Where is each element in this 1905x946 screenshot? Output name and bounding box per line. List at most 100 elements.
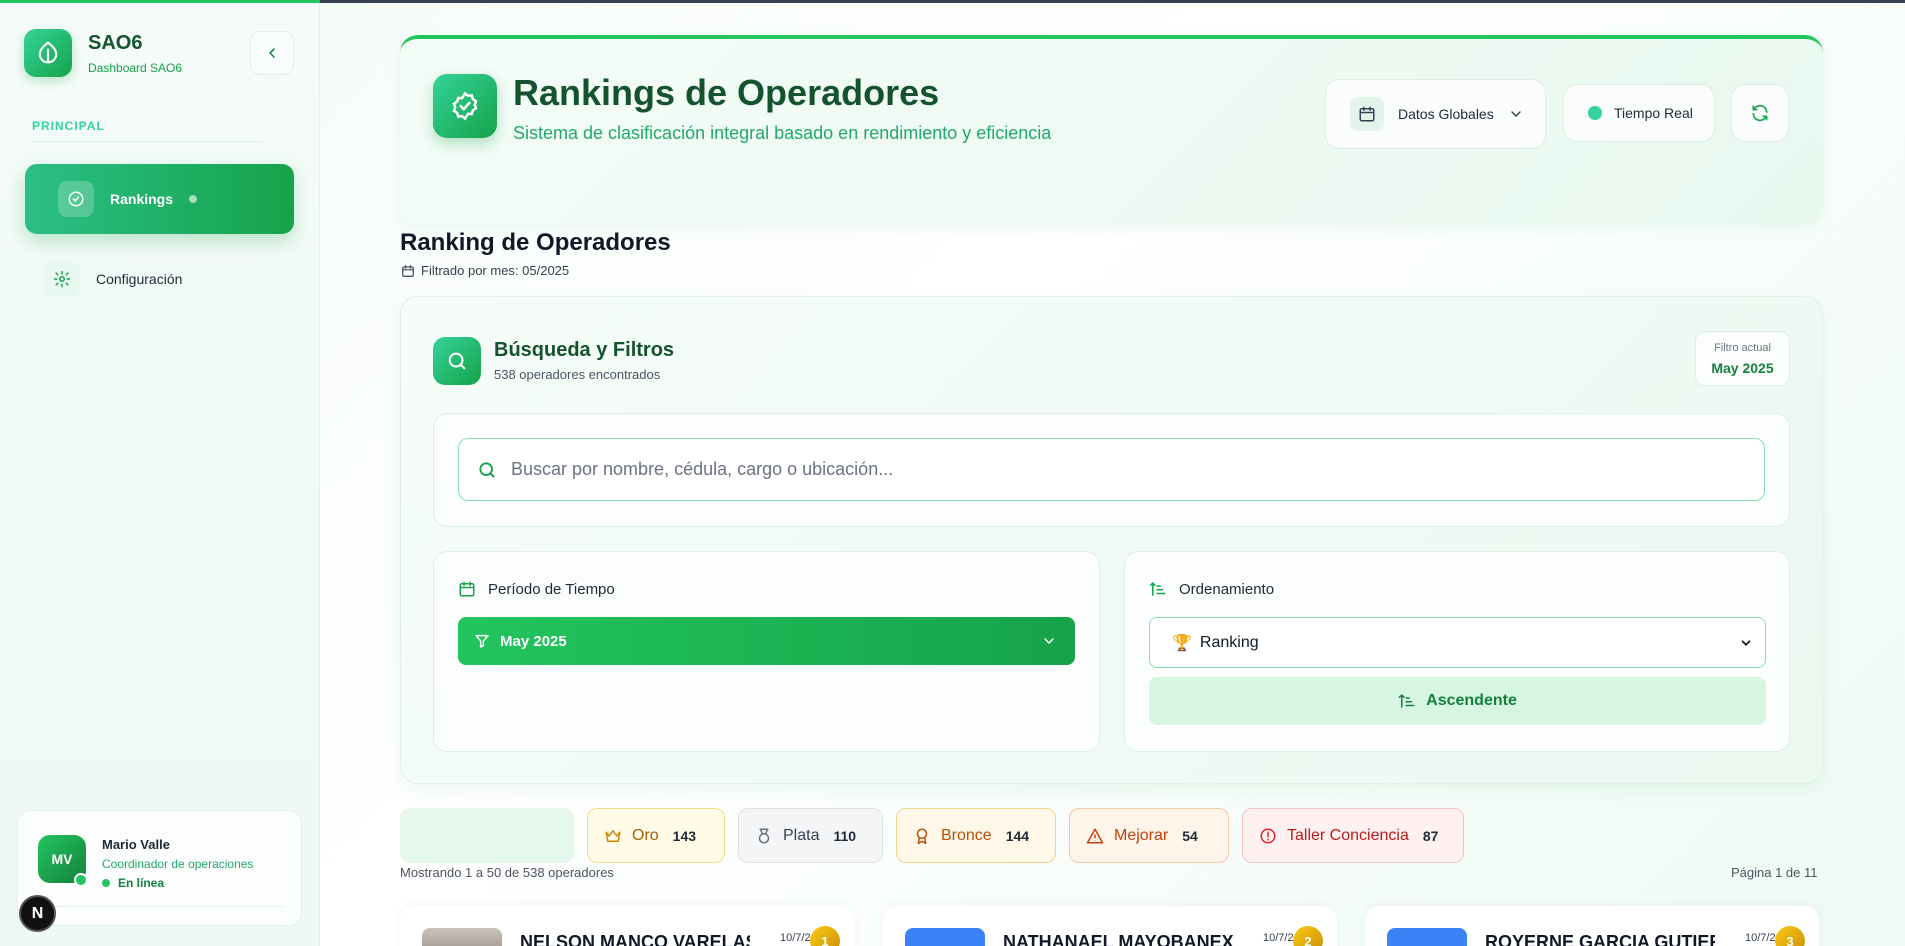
filter-note: Filtrado por mes: 05/2025 xyxy=(401,263,569,278)
nextjs-dev-icon[interactable]: N xyxy=(19,895,56,932)
search-field[interactable] xyxy=(458,438,1765,501)
page-header-title: Rankings de Operadores xyxy=(513,72,940,113)
calendar-icon xyxy=(1350,97,1384,131)
online-status-dot xyxy=(74,873,88,887)
alert-circle-icon xyxy=(1260,828,1276,843)
refresh-icon xyxy=(1752,104,1768,122)
current-filter-label: Filtro actual xyxy=(1714,342,1771,354)
realtime-label: Tiempo Real xyxy=(1614,105,1693,121)
sidebar-item-label: Configuración xyxy=(96,271,183,287)
search-icon xyxy=(479,461,495,478)
search-filters-panel: Búsqueda y Filtros 538 operadores encont… xyxy=(400,296,1823,784)
sort-label-text: Ordenamiento xyxy=(1179,580,1275,598)
check-badge-icon xyxy=(58,181,94,217)
data-scope-dropdown[interactable]: Datos Globales xyxy=(1325,79,1546,149)
page-header-subtitle: Sistema de clasificación integral basado… xyxy=(513,123,1052,143)
category-label: Taller Conciencia xyxy=(1287,826,1409,844)
trophy-icon: 🏆 xyxy=(1172,634,1192,652)
sort-direction-button[interactable]: Ascendente xyxy=(1149,677,1766,725)
check-badge-icon xyxy=(433,74,497,138)
results-count: 538 operadores encontrados xyxy=(494,367,661,382)
operator-card[interactable]: NELSON MANCO VARELAS 10/7/2 1 xyxy=(400,906,854,946)
sort-label: Ordenamiento xyxy=(1149,580,1274,598)
period-label-text: Período de Tiempo xyxy=(488,580,615,598)
calendar-icon xyxy=(459,581,475,597)
refresh-button[interactable] xyxy=(1731,84,1789,142)
divider xyxy=(38,906,283,907)
period-label: Período de Tiempo xyxy=(458,580,615,598)
operator-date: 10/7/2 xyxy=(1263,932,1294,944)
category-badge-plata[interactable]: Plata 110 xyxy=(738,808,883,863)
category-badge-bronce[interactable]: Bronce 144 xyxy=(896,808,1056,863)
category-label: Mejorar xyxy=(1114,826,1169,844)
collapse-sidebar-button[interactable] xyxy=(250,31,294,75)
current-filter-badge: Filtro actual May 2025 xyxy=(1695,331,1790,386)
operator-avatar xyxy=(1387,928,1467,946)
sidebar-item-configuracion[interactable]: Configuración xyxy=(44,261,182,297)
results-range: Mostrando 1 a 50 de 538 operadores xyxy=(400,865,614,880)
category-count: 87 xyxy=(1422,827,1439,844)
chevron-down-icon xyxy=(1510,111,1521,118)
sidebar: SAO6 Dashboard SAO6 PRINCIPAL Rankings C… xyxy=(0,3,320,946)
chevron-down-icon xyxy=(1741,639,1751,646)
header-card: Rankings de Operadores Sistema de clasif… xyxy=(400,35,1823,224)
category-count: 143 xyxy=(672,827,697,844)
operator-date: 10/7/2 xyxy=(1745,932,1776,944)
user-profile-card[interactable]: MV Mario Valle Coordinador de operacione… xyxy=(17,810,302,926)
award-icon xyxy=(916,828,928,844)
category-count: 110 xyxy=(833,827,857,844)
chevron-left-icon xyxy=(268,48,275,58)
sort-card: Ordenamiento 🏆 Ranking Ascendente xyxy=(1124,551,1790,752)
realtime-indicator-dot xyxy=(1588,106,1602,120)
section-title: Ranking de Operadores xyxy=(400,229,671,256)
filters-title: Búsqueda y Filtros xyxy=(494,339,675,361)
sidebar-item-rankings[interactable]: Rankings xyxy=(25,164,294,234)
operator-name: NELSON MANCO VARELAS xyxy=(520,932,750,946)
period-filter-card: Período de Tiempo May 2025 xyxy=(433,551,1100,752)
operator-date: 10/7/2 xyxy=(780,932,811,944)
current-filter-value: May 2025 xyxy=(1711,360,1774,376)
operator-card[interactable]: ROYERNE GARCIA GUTIER 10/7/2 3 xyxy=(1365,906,1819,946)
rank-badge: 1 xyxy=(810,926,840,946)
category-label: Plata xyxy=(783,826,820,844)
rank-badge: 3 xyxy=(1775,926,1805,946)
rank-badge: 2 xyxy=(1293,926,1323,946)
medal-icon xyxy=(758,828,770,843)
category-count: 54 xyxy=(1182,827,1198,844)
operator-card[interactable]: NATHANAEL MAYOBANEX 10/7/2 2 xyxy=(883,906,1337,946)
period-select[interactable]: May 2025 xyxy=(458,617,1075,665)
sort-ascending-icon xyxy=(1149,581,1166,596)
gear-icon xyxy=(44,261,80,297)
nav-section-label: PRINCIPAL xyxy=(32,119,105,133)
category-badge-oro[interactable]: Oro 143 xyxy=(587,808,725,863)
user-name: Mario Valle xyxy=(102,837,170,852)
section-divider xyxy=(32,141,262,142)
operator-photo xyxy=(422,928,502,946)
category-label: Oro xyxy=(632,826,659,844)
category-badge-all[interactable] xyxy=(400,808,574,863)
status-dot xyxy=(102,879,110,887)
warning-icon xyxy=(1086,828,1104,843)
search-icon xyxy=(433,337,481,385)
brand[interactable]: SAO6 Dashboard SAO6 xyxy=(24,29,182,77)
sort-ascending-icon xyxy=(1398,693,1415,708)
calendar-icon xyxy=(402,264,414,277)
operator-name: NATHANAEL MAYOBANEX xyxy=(1003,932,1233,946)
realtime-toggle[interactable]: Tiempo Real xyxy=(1563,84,1715,142)
chevron-down-icon xyxy=(1044,638,1054,645)
category-filter-badges: Oro 143 Plata 110 Bronce 144 Mejorar 54 … xyxy=(400,808,1477,863)
search-input[interactable] xyxy=(511,459,1711,480)
sort-select[interactable]: 🏆 Ranking xyxy=(1149,617,1766,668)
category-count: 144 xyxy=(1005,827,1030,844)
category-badge-taller-conciencia[interactable]: Taller Conciencia 87 xyxy=(1242,808,1464,863)
brand-subtitle: Dashboard SAO6 xyxy=(88,60,183,75)
category-badge-mejorar[interactable]: Mejorar 54 xyxy=(1069,808,1229,863)
operator-name: ROYERNE GARCIA GUTIER xyxy=(1485,932,1715,946)
crown-icon xyxy=(605,829,621,842)
category-label: Bronce xyxy=(941,826,992,844)
operator-avatar xyxy=(905,928,985,946)
filter-icon xyxy=(475,634,489,648)
user-status: En línea xyxy=(102,876,164,890)
active-indicator-dot xyxy=(189,195,198,203)
user-role: Coordinador de operaciones xyxy=(102,857,254,871)
